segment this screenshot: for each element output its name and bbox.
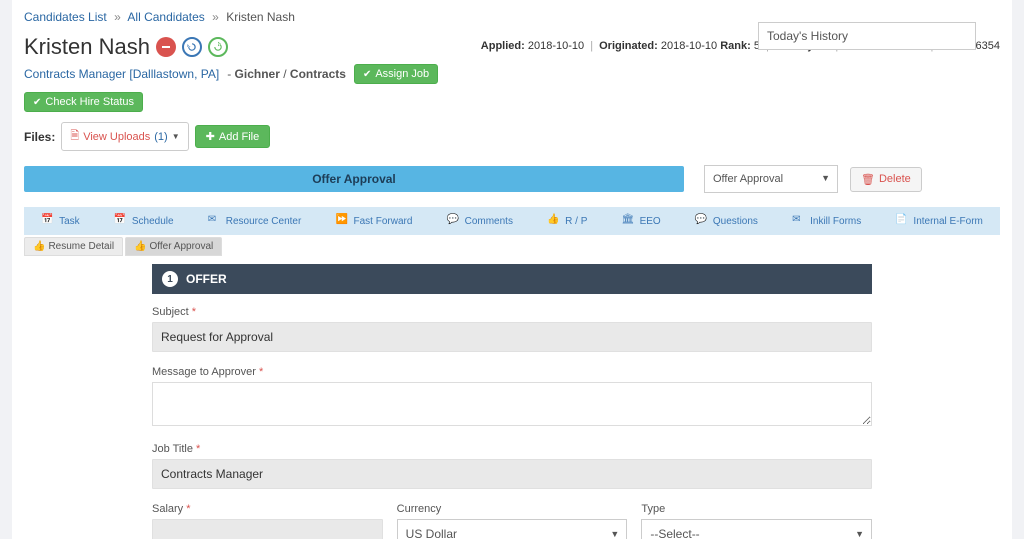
type-select[interactable]: --Select-- bbox=[641, 519, 872, 539]
salary-label: Salary * bbox=[152, 503, 383, 515]
comment-icon: 💬 bbox=[447, 214, 461, 228]
assign-job-button[interactable]: ✔Assign Job bbox=[354, 64, 438, 84]
building-icon: 🏛 bbox=[622, 214, 636, 228]
jobtitle-input[interactable] bbox=[152, 459, 872, 489]
title-company-link[interactable]: Contracts Manager [Dalllastown, PA] bbox=[24, 67, 219, 81]
section-title: OFFER bbox=[186, 272, 227, 286]
toolbar-eeo[interactable]: 🏛EEO bbox=[622, 214, 661, 228]
trash-icon: 🗑 bbox=[861, 173, 875, 186]
type-label: Type bbox=[641, 503, 872, 515]
toolbar-schedule[interactable]: 📅Schedule bbox=[114, 214, 174, 228]
breadcrumb-all-candidates[interactable]: All Candidates bbox=[127, 10, 204, 24]
toolbar-internal-eform[interactable]: 📄Internal E-Form bbox=[895, 214, 982, 228]
subject-label: Subject * bbox=[152, 306, 872, 318]
toolbar-rp[interactable]: 👍R / P bbox=[547, 214, 587, 228]
check-icon: ✔ bbox=[363, 69, 371, 80]
history-dropdown[interactable]: Today's History bbox=[758, 22, 976, 50]
files-label: Files: bbox=[24, 130, 55, 144]
mail-icon: ✉ bbox=[792, 214, 806, 228]
thumbs-up-icon: 👍 bbox=[33, 241, 45, 252]
message-label: Message to Approver * bbox=[152, 366, 872, 378]
add-file-button[interactable]: ✚ Add File bbox=[195, 125, 271, 148]
calendar-icon: 📅 bbox=[114, 214, 128, 228]
currency-label: Currency bbox=[397, 503, 628, 515]
toolbar-questions[interactable]: 💬Questions bbox=[695, 214, 758, 228]
check-hire-status-button[interactable]: ✔Check Hire Status bbox=[24, 92, 143, 112]
message-textarea[interactable] bbox=[152, 382, 872, 426]
toolbar-inkill-forms[interactable]: ✉Inkill Forms bbox=[792, 214, 861, 228]
tab-resume-detail[interactable]: 👍Resume Detail bbox=[24, 237, 123, 256]
form-icon: 📄 bbox=[895, 214, 909, 228]
jobtitle-label: Job Title * bbox=[152, 443, 872, 455]
fast-forward-icon: ⏩ bbox=[336, 214, 350, 228]
question-icon: 💬 bbox=[695, 214, 709, 228]
breadcrumb-separator: » bbox=[208, 10, 223, 24]
calendar-icon: 📅 bbox=[41, 214, 55, 228]
history-icon[interactable] bbox=[182, 37, 202, 57]
currency-select[interactable]: US Dollar bbox=[397, 519, 628, 539]
delete-button[interactable]: 🗑 Delete bbox=[850, 167, 922, 192]
toolbar-resource-center[interactable]: ✉Resource Center bbox=[208, 214, 302, 228]
breadcrumb-candidates-list[interactable]: Candidates List bbox=[24, 10, 107, 24]
action-toolbar: 📅Task 📅Schedule ✉Resource Center ⏩Fast F… bbox=[24, 207, 1000, 235]
breadcrumb-current: Kristen Nash bbox=[226, 10, 295, 24]
subject-input[interactable] bbox=[152, 322, 872, 352]
thumbs-up-icon: 👍 bbox=[134, 241, 146, 252]
remove-icon[interactable] bbox=[156, 37, 176, 57]
toolbar-task[interactable]: 📅Task bbox=[41, 214, 80, 228]
section-offer-header: 1 OFFER bbox=[152, 264, 872, 294]
candidate-name: Kristen Nash bbox=[24, 34, 150, 60]
check-icon: ✔ bbox=[33, 97, 41, 108]
thumbs-up-icon: 👍 bbox=[547, 214, 561, 228]
caret-down-icon: ▼ bbox=[172, 132, 180, 141]
section-number: 1 bbox=[162, 271, 178, 287]
stage-indicator[interactable]: Offer Approval bbox=[24, 166, 684, 192]
toolbar-fast-forward[interactable]: ⏩Fast Forward bbox=[336, 214, 413, 228]
salary-input[interactable] bbox=[152, 519, 383, 539]
clip-icon: 🗎 bbox=[70, 127, 79, 146]
toolbar-comments[interactable]: 💬Comments bbox=[447, 214, 513, 228]
plus-icon: ✚ bbox=[206, 130, 215, 143]
view-uploads-button[interactable]: 🗎 View Uploads (1) ▼ bbox=[61, 122, 188, 151]
tab-offer-approval[interactable]: 👍Offer Approval bbox=[125, 237, 222, 256]
mail-icon: ✉ bbox=[208, 214, 222, 228]
stage-select[interactable]: Offer Approval bbox=[704, 165, 838, 193]
breadcrumb-separator: » bbox=[110, 10, 125, 24]
refresh-icon[interactable] bbox=[208, 37, 228, 57]
